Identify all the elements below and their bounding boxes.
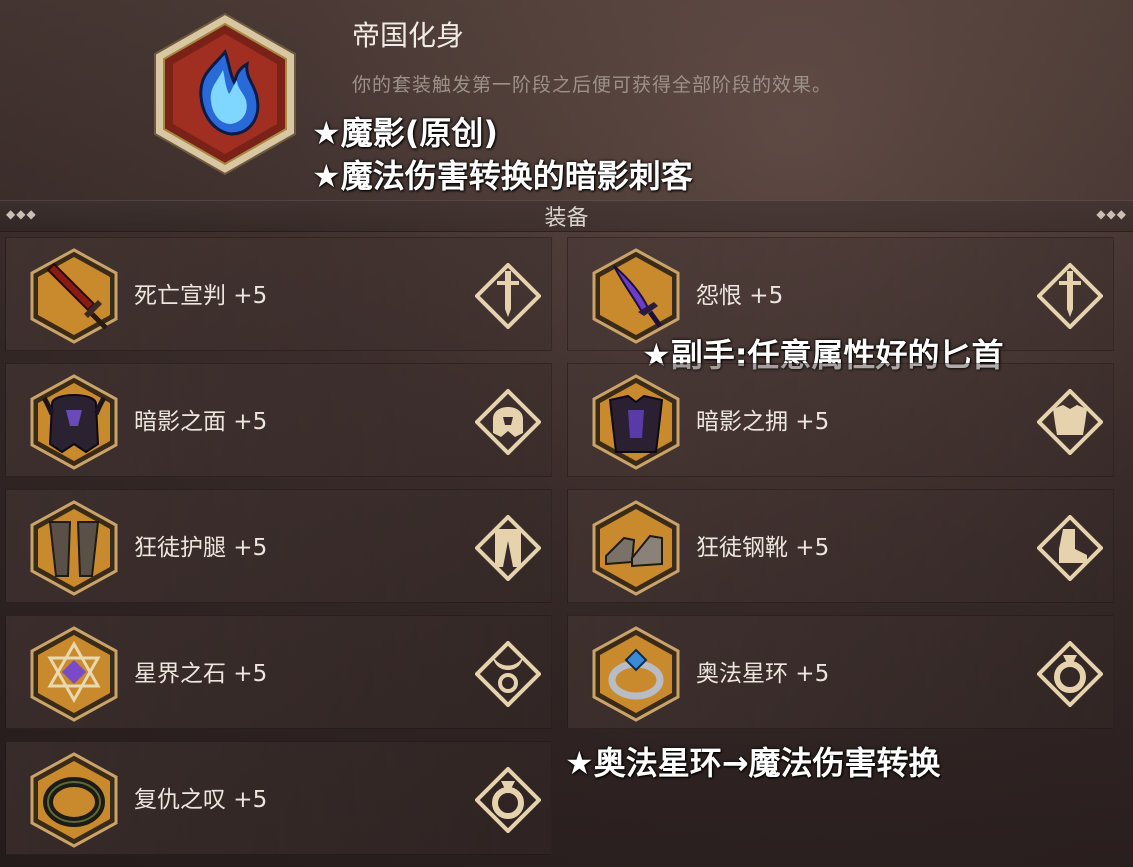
equipment-slot-chest[interactable]: 暗影之拥 +5 <box>567 363 1114 477</box>
equipment-slot-mainhand[interactable]: 死亡宣判 +5 <box>5 237 552 351</box>
annotation-note: ★魔法伤害转换的暗影刺客 <box>312 157 693 195</box>
set-description: 你的套装触发第一阶段之后便可获得全部阶段的效果。 <box>352 74 833 96</box>
dark-ring-icon <box>30 752 118 848</box>
dark-helmet-icon <box>30 374 118 470</box>
ring-type-icon <box>475 767 541 833</box>
amulet-type-icon <box>475 641 541 707</box>
equipment-name: 复仇之叹 +5 <box>134 787 268 813</box>
helmet-type-icon <box>475 389 541 455</box>
equipment-name: 狂徒钢靴 +5 <box>696 535 830 561</box>
legs-type-icon <box>475 515 541 581</box>
set-emblem-icon <box>154 12 296 176</box>
annotation-note: ★魔影(原创) <box>312 114 498 152</box>
equipment-name: 狂徒护腿 +5 <box>134 535 268 561</box>
set-title: 帝国化身 <box>352 19 465 52</box>
equipment-slot-boots[interactable]: 狂徒钢靴 +5 <box>567 489 1114 603</box>
equipment-slot-amulet[interactable]: 星界之石 +5 <box>5 615 552 729</box>
red-sword-icon <box>30 248 118 344</box>
dark-chestplate-icon <box>592 374 680 470</box>
offhand-type-icon <box>1037 263 1103 329</box>
equipment-name: 死亡宣判 +5 <box>134 283 268 309</box>
equipment-slot-legs[interactable]: 狂徒护腿 +5 <box>5 489 552 603</box>
mainhand-type-icon <box>475 263 541 329</box>
chest-type-icon <box>1037 389 1103 455</box>
leggings-icon <box>30 500 118 596</box>
equipment-slot-helmet[interactable]: 暗影之面 +5 <box>5 363 552 477</box>
equipment-name: 怨恨 +5 <box>696 283 784 309</box>
equipment-name: 奥法星环 +5 <box>696 661 830 687</box>
annotation-note: ★奥法星环→魔法伤害转换 <box>565 744 941 782</box>
equipment-name: 暗影之拥 +5 <box>696 409 830 435</box>
section-title: 装备 <box>544 206 589 231</box>
arcane-ring-icon <box>592 626 680 722</box>
equipment-name: 暗影之面 +5 <box>134 409 268 435</box>
boots-icon <box>592 500 680 596</box>
ring-type-icon <box>1037 641 1103 707</box>
star-amulet-icon <box>30 626 118 722</box>
equipment-slot-ring-2[interactable]: 复仇之叹 +5 <box>5 741 552 855</box>
equipment-slot-ring-1[interactable]: 奥法星环 +5 <box>567 615 1114 729</box>
boots-type-icon <box>1037 515 1103 581</box>
equipment-name: 星界之石 +5 <box>134 661 268 687</box>
section-dots-right: ◆◆◆ <box>1096 207 1127 221</box>
